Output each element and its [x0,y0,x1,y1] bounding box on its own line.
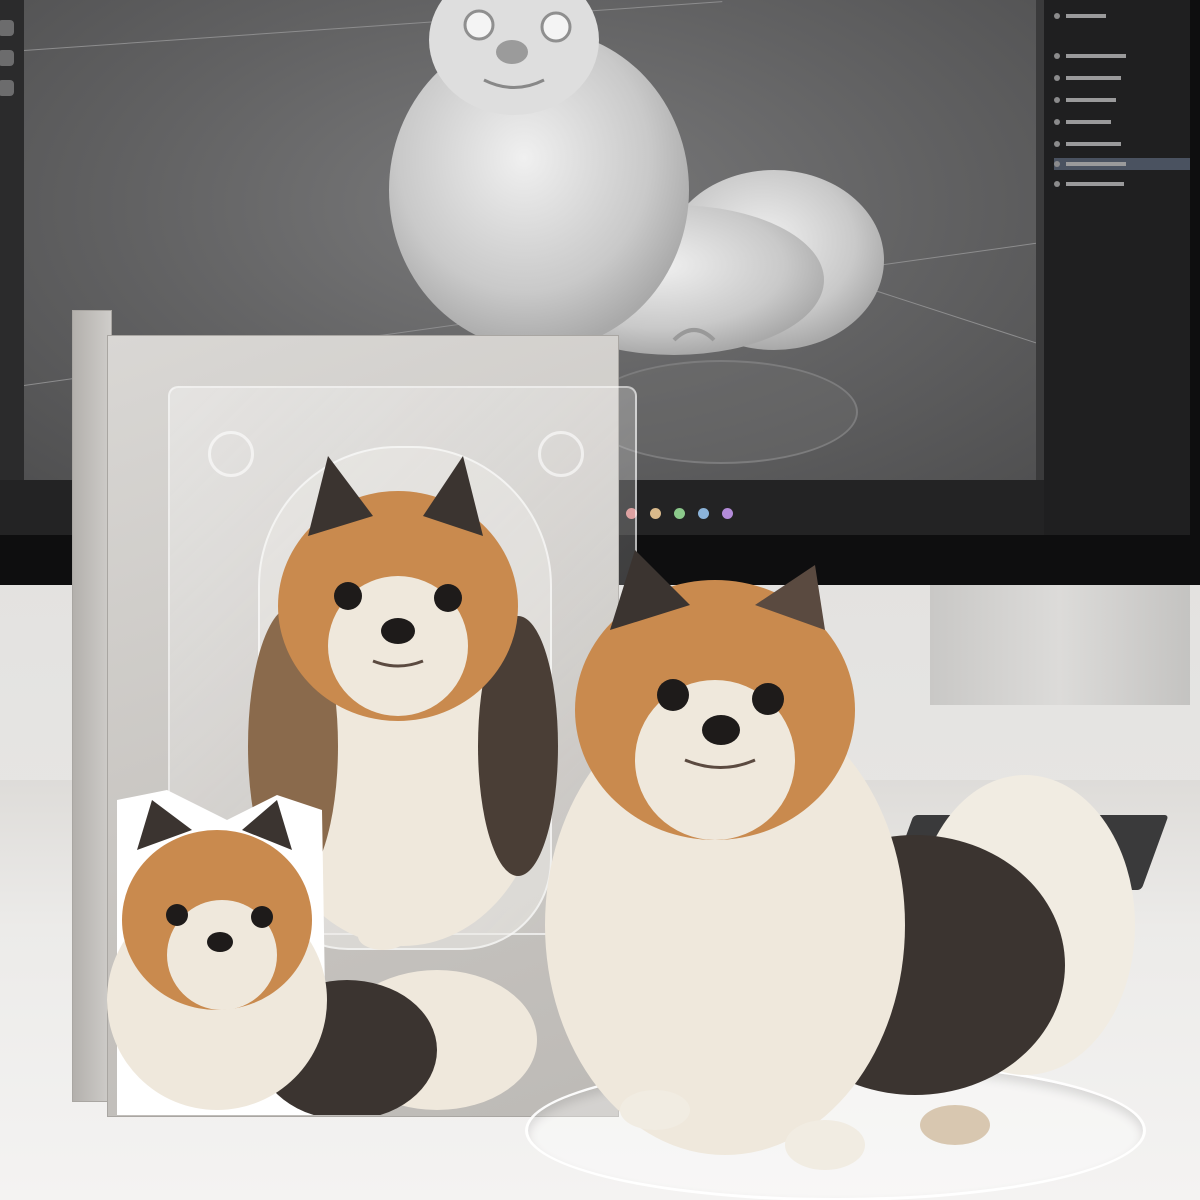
brush-tool-icon [0,20,14,36]
photo-scene [0,0,1200,1200]
smooth-tool-icon [0,50,14,66]
timeline-dot [650,508,661,519]
outliner-item [1054,72,1190,84]
outliner-item [1054,178,1190,190]
outliner-item-selected [1054,158,1190,170]
box-side-panel [72,310,112,1102]
outliner-item [1054,50,1190,62]
move-tool-icon [0,80,14,96]
outliner-item [1054,116,1190,128]
outliner-item [1054,138,1190,150]
sculpt-toolbar [0,0,24,480]
outliner-item [1054,94,1190,106]
dog-figurine [545,550,1135,1170]
outliner-panel [1044,0,1190,535]
timeline-dot [698,508,709,519]
outliner-item [1054,10,1190,22]
timeline-dot [722,508,733,519]
timeline-dot [674,508,685,519]
